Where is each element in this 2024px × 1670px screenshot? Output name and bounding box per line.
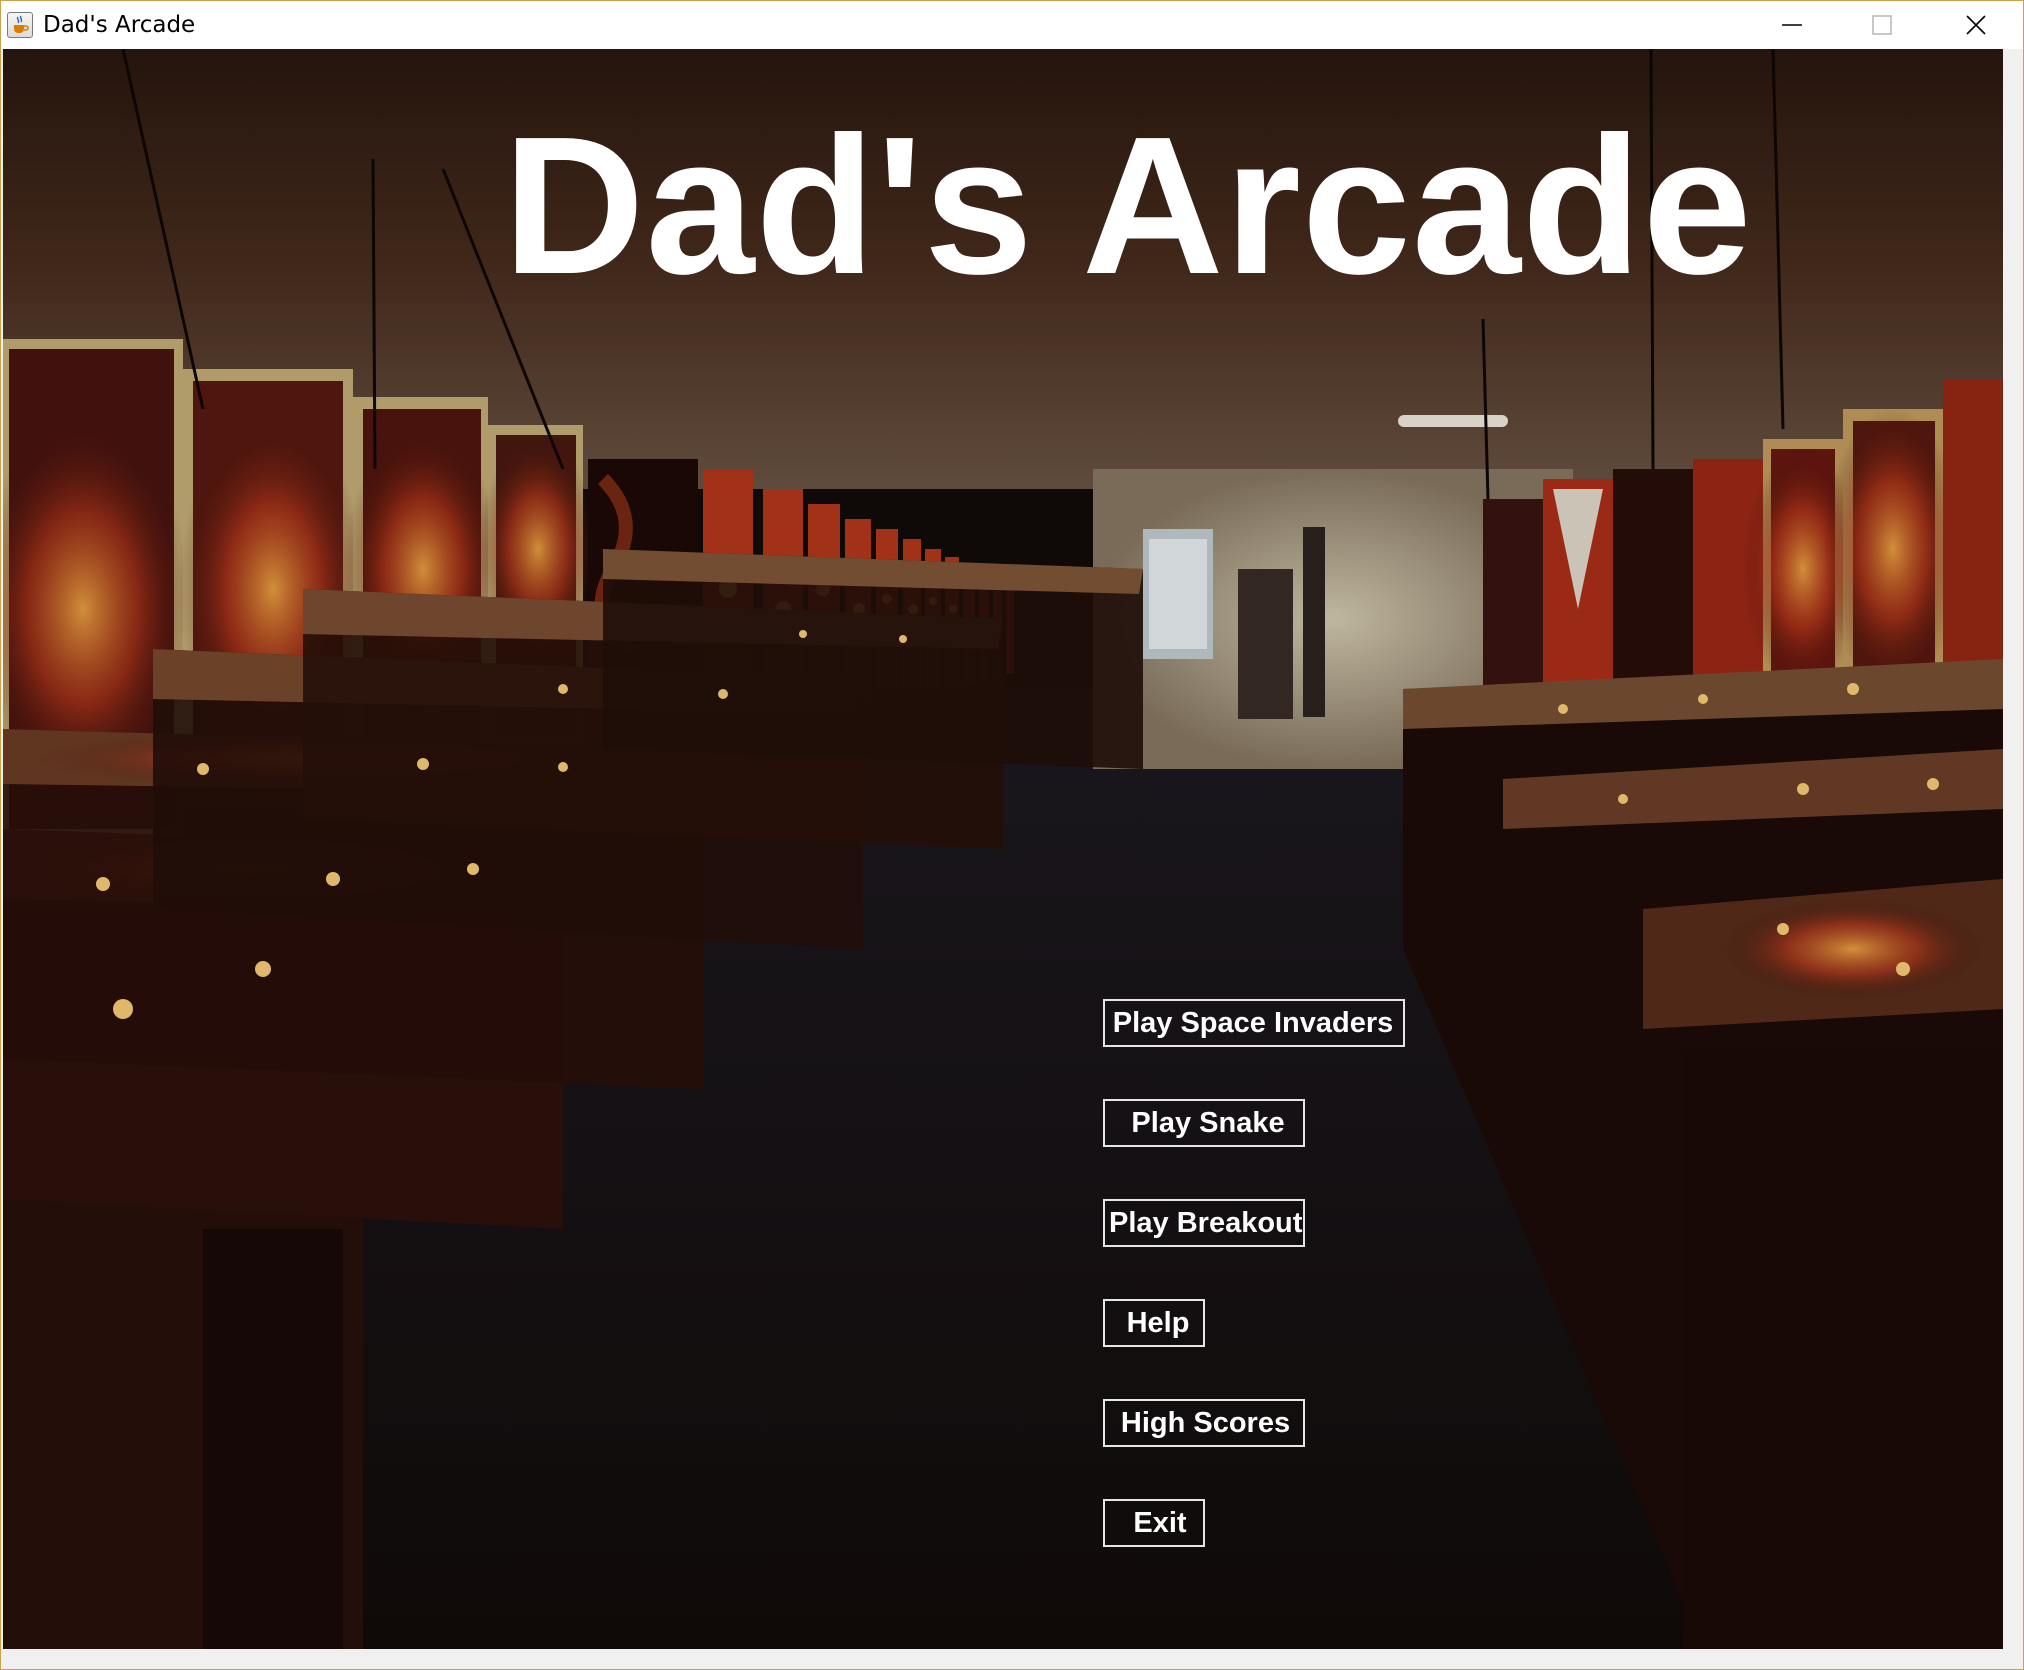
minimize-icon xyxy=(1782,24,1802,26)
close-button[interactable] xyxy=(1931,1,2021,49)
play-breakout-button[interactable]: Play Breakout xyxy=(1103,1199,1305,1247)
maximize-icon xyxy=(1872,15,1892,35)
high-scores-button[interactable]: High Scores xyxy=(1103,1399,1305,1447)
title-bar[interactable]: Dad's Arcade xyxy=(1,1,2023,49)
app-window: Dad's Arcade Dad's Arcade Play Space Inv… xyxy=(0,0,2024,1670)
window-title: Dad's Arcade xyxy=(43,12,196,38)
java-coffee-cup-icon xyxy=(7,12,33,38)
arcade-title: Dad's Arcade xyxy=(503,96,1753,315)
maximize-button[interactable] xyxy=(1837,1,1927,49)
minimize-button[interactable] xyxy=(1747,1,1837,49)
play-snake-button[interactable]: Play Snake xyxy=(1103,1099,1305,1147)
exit-button[interactable]: Exit xyxy=(1103,1499,1205,1547)
arcade-menu-panel: Dad's Arcade Play Space Invaders Play Sn… xyxy=(3,49,2003,1649)
play-space-invaders-button[interactable]: Play Space Invaders xyxy=(1103,999,1405,1047)
help-button[interactable]: Help xyxy=(1103,1299,1205,1347)
close-icon xyxy=(1966,15,1986,35)
